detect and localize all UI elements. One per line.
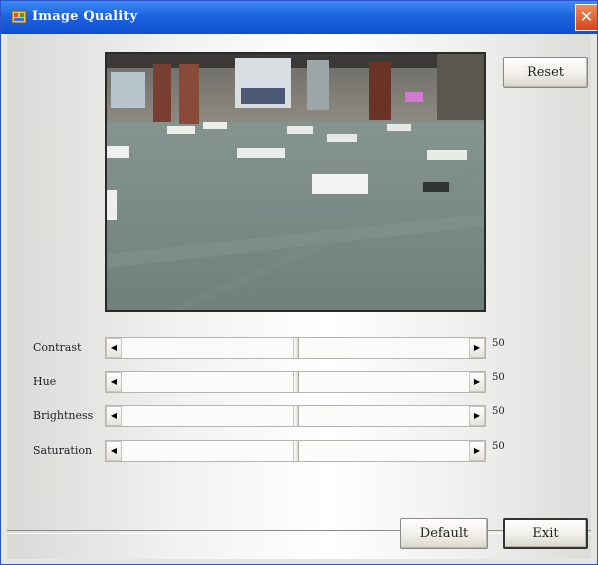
- camera-image: [107, 54, 484, 310]
- image-quality-window: Image Quality ✕ Reset Contrast ◀ ▶ 50 Hu…: [0, 0, 598, 565]
- slider-thumb[interactable]: [292, 372, 299, 392]
- reset-button[interactable]: Reset: [503, 57, 588, 88]
- slider-brightness[interactable]: ◀ ▶: [105, 405, 486, 427]
- slider-saturation[interactable]: ◀ ▶: [105, 440, 486, 462]
- camera-preview: [105, 52, 486, 312]
- scroll-left-arrow-icon[interactable]: ◀: [106, 372, 122, 392]
- app-icon: [11, 10, 27, 24]
- exit-button[interactable]: Exit: [503, 518, 588, 549]
- close-icon: ✕: [579, 7, 594, 26]
- slider-thumb[interactable]: [292, 441, 299, 461]
- scroll-right-arrow-icon[interactable]: ▶: [469, 406, 485, 426]
- title-bar[interactable]: Image Quality ✕: [1, 1, 597, 34]
- scroll-right-arrow-icon[interactable]: ▶: [469, 372, 485, 392]
- slider-value-hue: 50: [492, 372, 505, 383]
- window-title: Image Quality: [32, 9, 138, 24]
- slider-label-contrast: Contrast: [33, 341, 82, 354]
- close-button[interactable]: ✕: [575, 4, 597, 31]
- scroll-left-arrow-icon[interactable]: ◀: [106, 441, 122, 461]
- scroll-right-arrow-icon[interactable]: ▶: [469, 338, 485, 358]
- slider-label-brightness: Brightness: [33, 409, 94, 422]
- slider-hue[interactable]: ◀ ▶: [105, 371, 486, 393]
- scroll-right-arrow-icon[interactable]: ▶: [469, 441, 485, 461]
- slider-value-contrast: 50: [492, 338, 505, 349]
- scroll-left-arrow-icon[interactable]: ◀: [106, 338, 122, 358]
- default-button[interactable]: Default: [400, 518, 488, 549]
- scroll-left-arrow-icon[interactable]: ◀: [106, 406, 122, 426]
- slider-value-brightness: 50: [492, 406, 505, 417]
- slider-thumb[interactable]: [292, 338, 299, 358]
- slider-label-saturation: Saturation: [33, 444, 93, 457]
- slider-contrast[interactable]: ◀ ▶: [105, 337, 486, 359]
- slider-value-saturation: 50: [492, 441, 505, 452]
- slider-thumb[interactable]: [292, 406, 299, 426]
- slider-label-hue: Hue: [33, 375, 57, 388]
